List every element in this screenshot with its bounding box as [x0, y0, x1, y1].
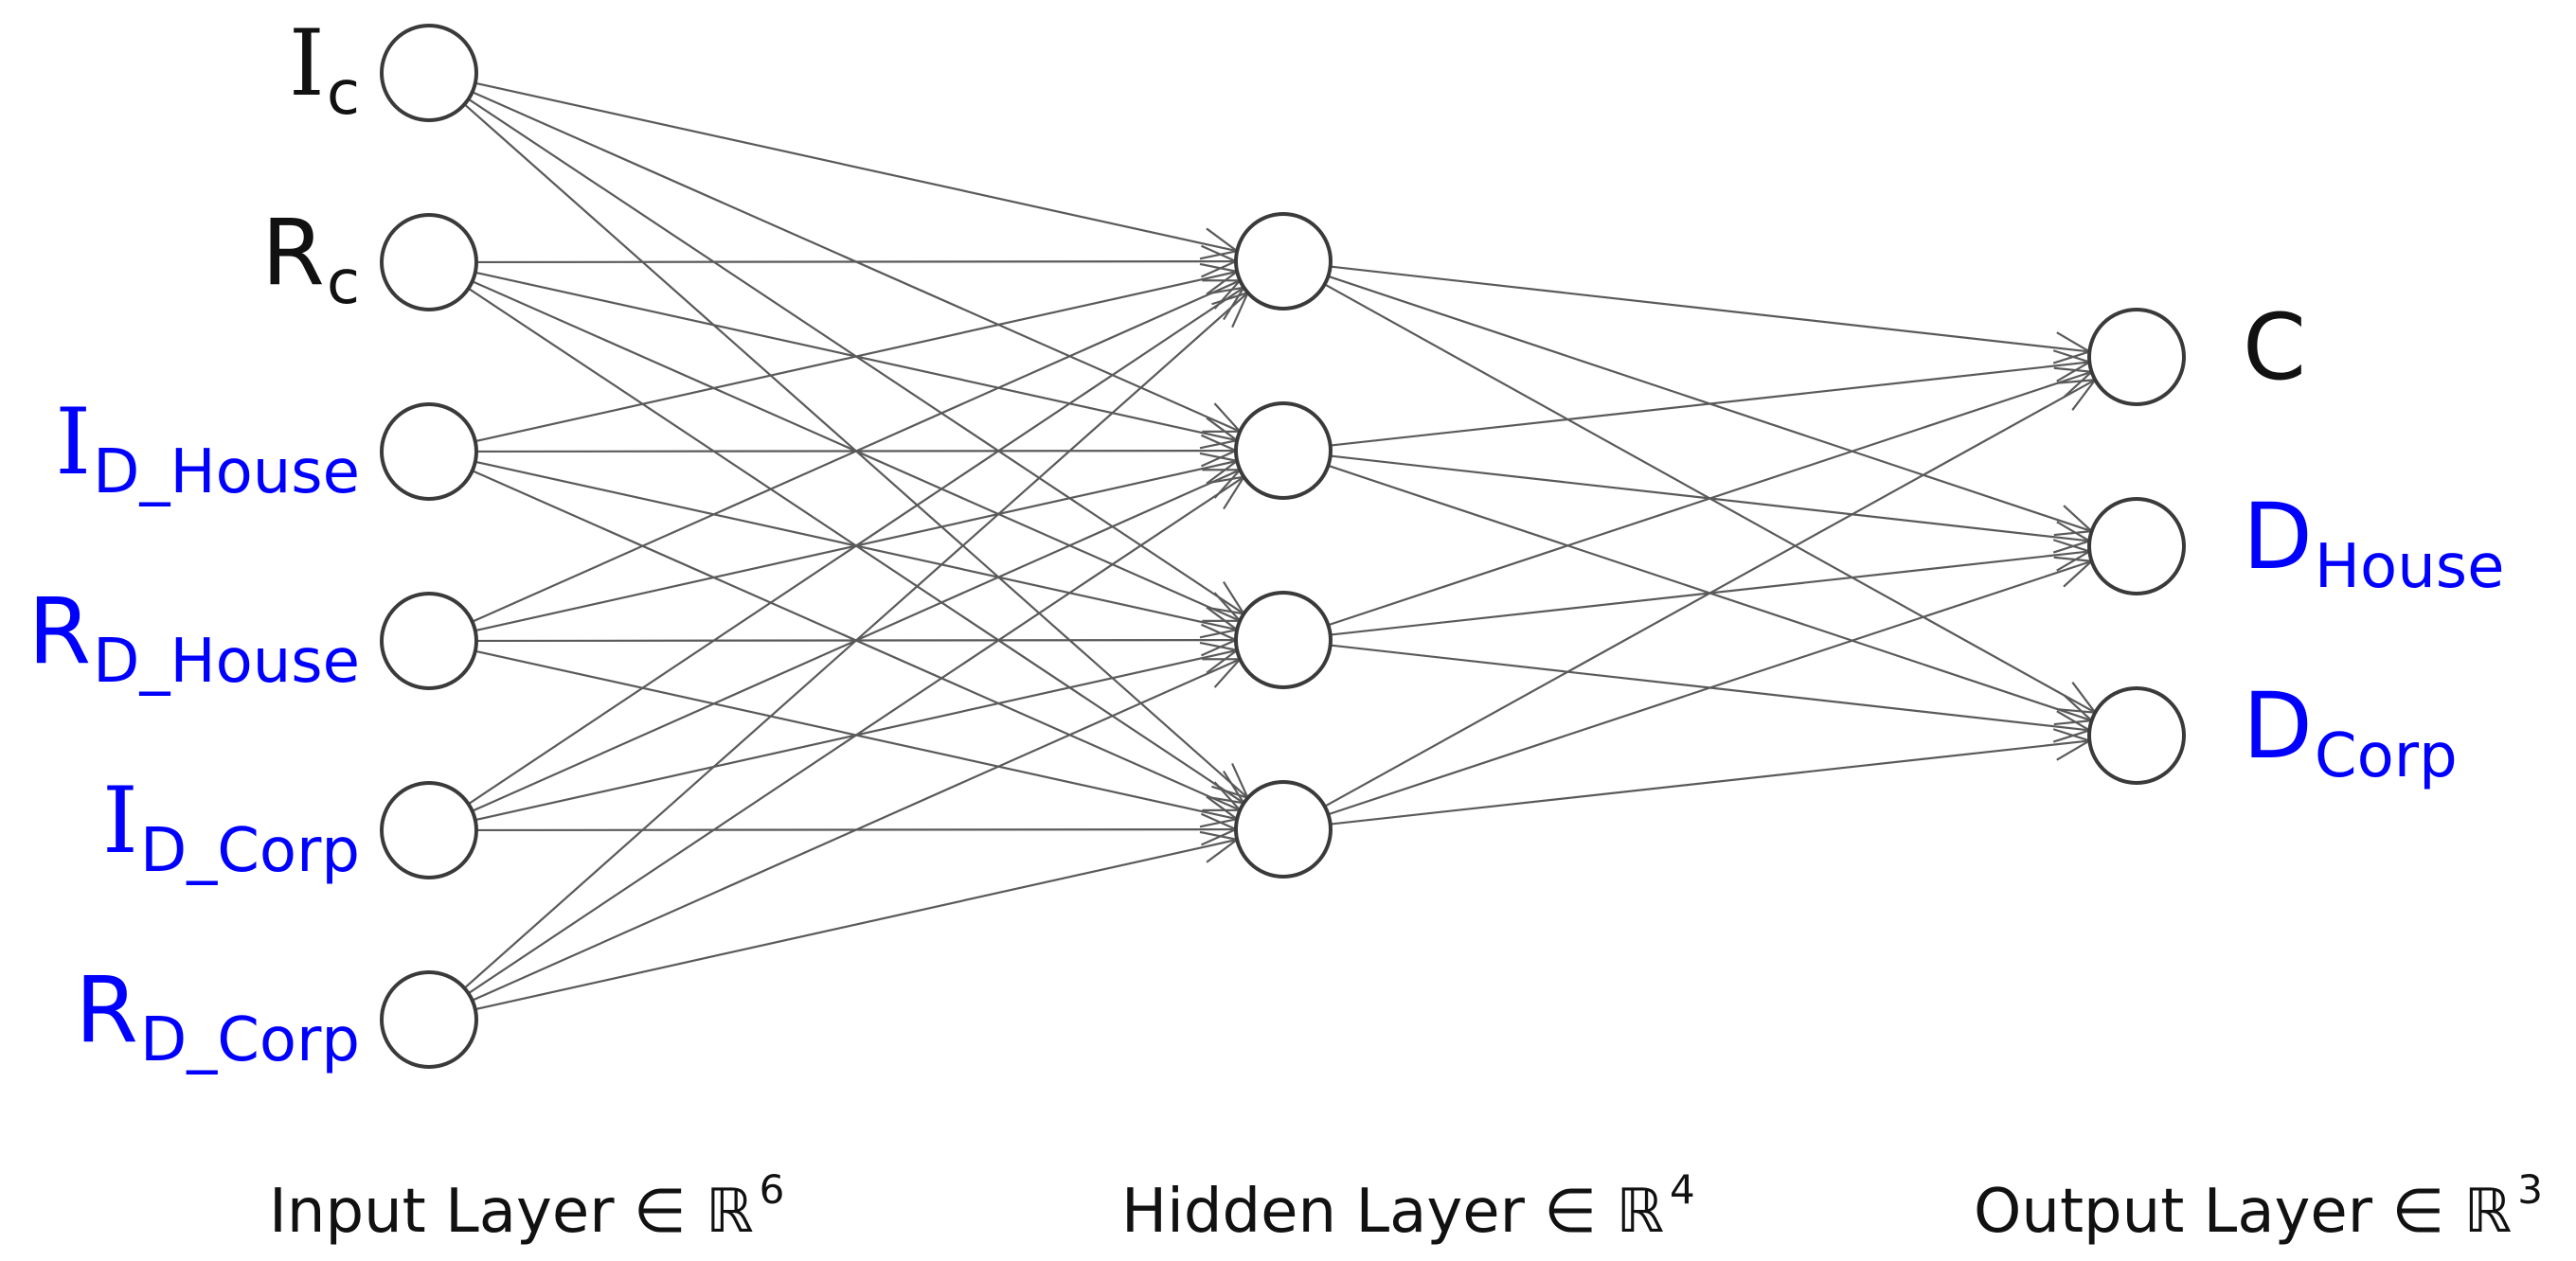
edge-RD_Corp-to-h4 [474, 830, 1240, 1011]
hidden-layer-caption-exponent: 4 [1670, 1166, 1695, 1213]
edge-h3-to-D_Corp [1330, 644, 2092, 743]
edge-line [474, 838, 1238, 1011]
edge-line [467, 475, 1245, 995]
edge-line [1324, 379, 2096, 808]
edge-h4-to-C [1324, 378, 2098, 808]
node-output-D_House [2087, 497, 2186, 595]
node-label-main: D [2243, 484, 2313, 590]
input-layer-caption-text: Input Layer ∈ ℝ [269, 1177, 754, 1247]
node-label-subscript: D_House [93, 627, 360, 697]
node-input-ID_Corp [380, 781, 478, 879]
node-label-main: R [75, 957, 138, 1063]
edge-line [1330, 265, 2090, 353]
node-label-RD_House: RD_House [27, 578, 360, 697]
node-label-D_Corp: DCorp [2243, 673, 2458, 791]
node-label-ID_Corp: ID_Corp [102, 768, 360, 886]
node-label-subscript: D_Corp [140, 1005, 360, 1075]
edge-h3-to-C [1328, 366, 2095, 627]
edge-line [1330, 739, 2090, 826]
node-label-main: C [2243, 294, 2306, 400]
node-label-ID_House: ID_House [55, 389, 360, 507]
node-label-D_House: DHouse [2243, 484, 2504, 602]
output-layer-caption-text: Output Layer ∈ ℝ [1974, 1177, 2512, 1247]
edge-line [1330, 361, 2090, 447]
node-label-main: R [261, 200, 325, 306]
neural-network-diagram: IcRcID_HouseRD_HouseID_CorpRD_CorpCDHous… [27, 10, 2543, 1247]
edge-line [1328, 559, 2092, 816]
arrowhead-icon [2057, 682, 2098, 715]
node-label-subscript: c [327, 59, 360, 129]
node-input-Rc [380, 213, 478, 311]
edge-Rc-to-h1 [475, 244, 1239, 278]
edge-Ic-to-h1 [474, 81, 1240, 260]
node-hidden-h1 [1234, 212, 1333, 311]
edge-line [475, 259, 1237, 264]
nodes-group [380, 24, 2186, 1069]
input-layer-caption-exponent: 6 [760, 1166, 785, 1213]
node-label-main: I [55, 389, 91, 495]
node-label-C: C [2243, 294, 2306, 400]
node-label-main: I [289, 10, 325, 116]
edge-h1-to-D_House [1328, 275, 2095, 537]
edge-h4-to-D_House [1328, 556, 2095, 816]
edge-RD_Corp-to-h2 [467, 475, 1246, 995]
output-layer-caption: Output Layer ∈ ℝ3 [1974, 1166, 2543, 1247]
node-output-C [2087, 308, 2186, 406]
node-label-main: R [27, 578, 91, 684]
node-label-Rc: Rc [261, 200, 360, 318]
node-input-RD_Corp [380, 970, 478, 1069]
node-label-subscript: D_House [93, 437, 360, 507]
edge-Rc-to-h2 [474, 271, 1240, 450]
node-label-main: I [102, 768, 138, 874]
hidden-layer-caption: Hidden Layer ∈ ℝ4 [1121, 1166, 1695, 1247]
hidden-layer-caption-text: Hidden Layer ∈ ℝ [1121, 1177, 1664, 1247]
layer-captions-group: Input Layer ∈ ℝ6 Hidden Layer ∈ ℝ4 Outpu… [269, 1166, 2543, 1247]
edge-line [1328, 370, 2092, 627]
input-layer-caption: Input Layer ∈ ℝ6 [269, 1166, 784, 1247]
edge-line [474, 81, 1238, 253]
node-input-ID_House [380, 402, 478, 501]
node-label-subscript: House [2315, 532, 2505, 602]
node-input-Ic [380, 24, 478, 122]
node-output-D_Corp [2087, 686, 2186, 785]
output-layer-caption-exponent: 3 [2517, 1166, 2543, 1213]
node-label-subscript: Corp [2315, 721, 2458, 791]
node-label-Ic: Ic [289, 10, 360, 129]
arrowhead-icon [2057, 378, 2098, 411]
node-input-RD_House [380, 592, 478, 690]
edge-ID_House-to-h3 [474, 460, 1240, 639]
node-label-RD_Corp: RD_Corp [75, 957, 360, 1075]
node-label-subscript: D_Corp [140, 816, 360, 886]
edge-h2-to-C [1330, 349, 2092, 447]
node-hidden-h3 [1234, 591, 1333, 689]
node-label-main: D [2243, 673, 2313, 779]
node-label-subscript: c [327, 248, 360, 318]
node-hidden-h2 [1234, 401, 1333, 500]
edge-RD_House-to-h4 [474, 649, 1240, 828]
edge-h2-to-D_Corp [1328, 464, 2095, 726]
node-hidden-h4 [1234, 780, 1333, 879]
